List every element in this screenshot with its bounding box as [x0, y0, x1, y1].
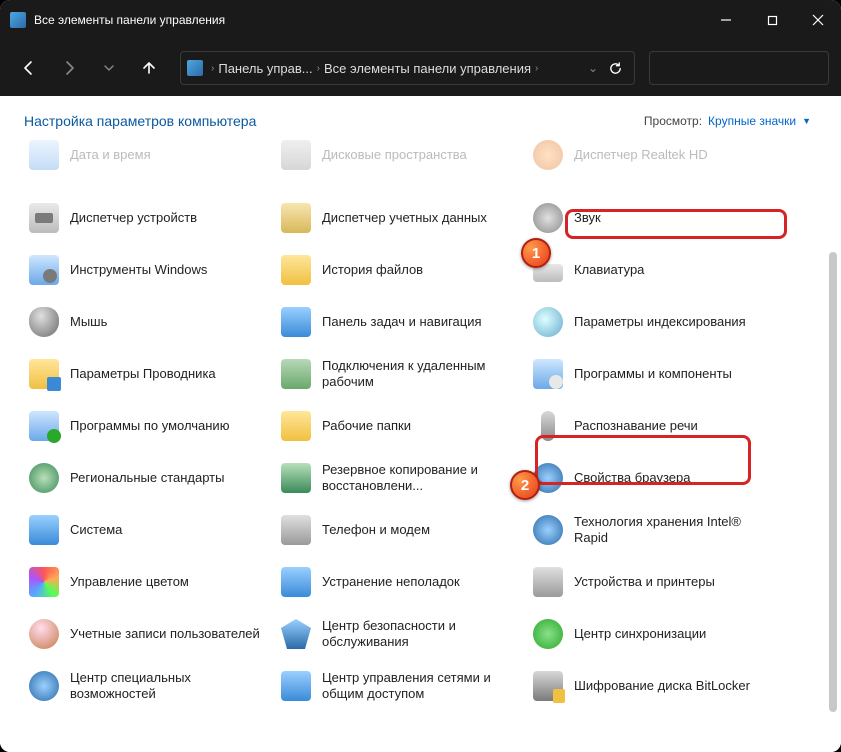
sync-center-icon: [532, 618, 564, 650]
windows-tools-icon: [28, 254, 60, 286]
up-button[interactable]: [132, 51, 166, 85]
forward-button[interactable]: [52, 51, 86, 85]
item-date-time[interactable]: Дата и время: [24, 140, 276, 170]
default-programs-icon: [28, 410, 60, 442]
realtek-icon: [532, 140, 564, 171]
item-mouse[interactable]: Мышь: [24, 296, 276, 348]
programs-features-icon: [532, 358, 564, 390]
annotation-badge-1: 1: [521, 238, 551, 268]
intel-rapid-icon: [532, 514, 564, 546]
item-troubleshooting[interactable]: Устранение неполадок: [276, 556, 528, 608]
system-icon: [28, 514, 60, 546]
item-work-folders[interactable]: Рабочие папки: [276, 400, 528, 452]
devices-printers-icon: [532, 566, 564, 598]
user-accounts-icon: [28, 618, 60, 650]
color-management-icon: [28, 566, 60, 598]
view-dropdown[interactable]: Просмотр: Крупные значки ▼: [638, 112, 817, 130]
phone-modem-icon: [280, 514, 312, 546]
navigation-bar: › Панель управ... › Все элементы панели …: [0, 40, 841, 96]
bitlocker-icon: [532, 670, 564, 702]
items-grid-container: Дата и время Дисковые пространства Диспе…: [0, 140, 841, 712]
close-button[interactable]: [795, 0, 841, 40]
storage-spaces-icon: [280, 140, 312, 171]
backup-restore-icon: [280, 462, 312, 494]
refresh-button[interactable]: [602, 55, 628, 81]
item-bitlocker[interactable]: Шифрование диска BitLocker: [528, 660, 780, 712]
search-input[interactable]: [649, 51, 829, 85]
file-history-icon: [280, 254, 312, 286]
date-time-icon: [28, 140, 60, 171]
security-maintenance-icon: [280, 618, 312, 650]
item-sync-center[interactable]: Центр синхронизации: [528, 608, 780, 660]
minimize-button[interactable]: [703, 0, 749, 40]
item-phone-modem[interactable]: Телефон и модем: [276, 504, 528, 556]
breadcrumb-seg-2[interactable]: Все элементы панели управления: [324, 61, 531, 76]
item-device-manager[interactable]: Диспетчер устройств: [24, 192, 276, 244]
indexing-icon: [532, 306, 564, 338]
item-devices-printers[interactable]: Устройства и принтеры: [528, 556, 780, 608]
chevron-down-icon[interactable]: ⌄: [588, 61, 598, 75]
item-taskbar-navigation[interactable]: Панель задач и навигация: [276, 296, 528, 348]
item-credential-manager[interactable]: Диспетчер учетных данных: [276, 192, 528, 244]
item-programs-features[interactable]: Программы и компоненты: [528, 348, 780, 400]
maximize-button[interactable]: [749, 0, 795, 40]
item-speech-recognition[interactable]: Распознавание речи: [528, 400, 780, 452]
item-explorer-options[interactable]: Параметры Проводника: [24, 348, 276, 400]
speech-recognition-icon: [532, 410, 564, 442]
sound-icon: [532, 202, 564, 234]
chevron-right-icon[interactable]: ›: [535, 63, 538, 74]
troubleshooting-icon: [280, 566, 312, 598]
item-browser-properties[interactable]: Свойства браузера: [528, 452, 780, 504]
page-title: Настройка параметров компьютера: [24, 113, 256, 129]
item-color-management[interactable]: Управление цветом: [24, 556, 276, 608]
item-file-history[interactable]: История файлов: [276, 244, 528, 296]
device-manager-icon: [28, 202, 60, 234]
content-area: Настройка параметров компьютера Просмотр…: [0, 96, 841, 752]
view-label: Просмотр:: [644, 114, 702, 128]
credential-manager-icon: [280, 202, 312, 234]
item-network-sharing[interactable]: Центр управления сетями и общим доступом: [276, 660, 528, 712]
taskbar-icon: [280, 306, 312, 338]
remote-connections-icon: [280, 358, 312, 390]
chevron-down-icon: ▼: [802, 116, 811, 126]
item-default-programs[interactable]: Программы по умолчанию: [24, 400, 276, 452]
explorer-options-icon: [28, 358, 60, 390]
item-ease-of-access[interactable]: Центр специальных возможностей: [24, 660, 276, 712]
item-sound[interactable]: Звук: [528, 192, 780, 244]
view-value: Крупные значки: [708, 114, 796, 128]
annotation-badge-2: 2: [510, 470, 540, 500]
control-panel-window: Все элементы панели управления › Панель …: [0, 0, 841, 752]
item-intel-rapid[interactable]: Технология хранения Intel® Rapid: [528, 504, 780, 556]
item-remote-connections[interactable]: Подключения к удаленным рабочим: [276, 348, 528, 400]
item-realtek-hd[interactable]: Диспетчер Realtek HD: [528, 140, 780, 170]
items-grid: Дата и время Дисковые пространства Диспе…: [24, 140, 829, 712]
back-button[interactable]: [12, 51, 46, 85]
item-system[interactable]: Система: [24, 504, 276, 556]
content-header: Настройка параметров компьютера Просмотр…: [0, 96, 841, 140]
item-security-maintenance[interactable]: Центр безопасности и обслуживания: [276, 608, 528, 660]
network-sharing-icon: [280, 670, 312, 702]
mouse-icon: [28, 306, 60, 338]
window-title: Все элементы панели управления: [34, 13, 703, 27]
control-panel-icon: [187, 60, 203, 76]
item-user-accounts[interactable]: Учетные записи пользователей: [24, 608, 276, 660]
chevron-right-icon[interactable]: ›: [211, 63, 214, 74]
titlebar: Все элементы панели управления: [0, 0, 841, 40]
region-icon: [28, 462, 60, 494]
app-icon: [10, 12, 26, 28]
ease-of-access-icon: [28, 670, 60, 702]
item-storage-spaces[interactable]: Дисковые пространства: [276, 140, 528, 170]
address-bar[interactable]: › Панель управ... › Все элементы панели …: [180, 51, 635, 85]
item-keyboard[interactable]: Клавиатура: [528, 244, 780, 296]
item-windows-tools[interactable]: Инструменты Windows: [24, 244, 276, 296]
breadcrumb-seg-1[interactable]: Панель управ...: [218, 61, 312, 76]
chevron-right-icon[interactable]: ›: [317, 63, 320, 74]
scrollbar-thumb[interactable]: [829, 252, 837, 712]
recent-dropdown[interactable]: [92, 51, 126, 85]
work-folders-icon: [280, 410, 312, 442]
scrollbar-track[interactable]: [829, 192, 837, 742]
item-backup-restore[interactable]: Резервное копирование и восстановлени...: [276, 452, 528, 504]
item-indexing-options[interactable]: Параметры индексирования: [528, 296, 780, 348]
item-region[interactable]: Региональные стандарты: [24, 452, 276, 504]
